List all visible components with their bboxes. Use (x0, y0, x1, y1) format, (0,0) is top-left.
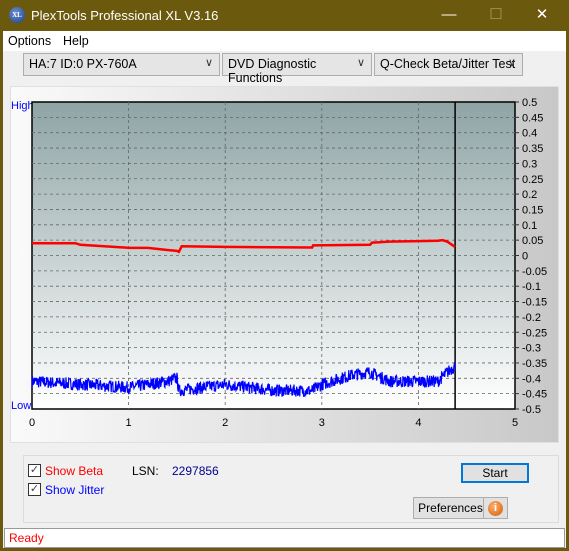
y-tick-label: 0.5 (522, 97, 537, 109)
y-tick-label: 0.2 (522, 189, 537, 201)
menu-bar: Options Help (3, 31, 566, 51)
app-logo-icon: XL (9, 7, 25, 23)
show-beta-label[interactable]: Show Beta (45, 464, 103, 478)
y-tick-label: -0.25 (522, 327, 547, 339)
y-tick-label: -0.15 (522, 297, 547, 309)
chevron-down-icon: ∨ (356, 57, 365, 69)
show-beta-checkbox[interactable]: ✓ (28, 464, 41, 477)
window-title: PlexTools Professional XL V3.16 (31, 8, 219, 23)
y-tick-label: -0.05 (522, 266, 547, 278)
lsn-value: 2297856 (172, 464, 219, 478)
y-high-label: High (11, 100, 34, 112)
y-tick-label: 0.4 (522, 128, 537, 140)
chevron-down-icon: ∨ (204, 57, 213, 69)
menu-help[interactable]: Help (63, 34, 89, 48)
preferences-button[interactable]: Preferences (413, 497, 488, 519)
app-window: XL PlexTools Professional XL V3.16 — ☐ ✕… (1, 0, 568, 550)
close-button[interactable]: ✕ (519, 4, 565, 28)
info-button[interactable]: i (483, 497, 508, 519)
y-tick-label: -0.5 (522, 404, 541, 416)
client-area: Options Help HA:7 ID:0 PX-760A ∨ DVD Diag… (3, 31, 566, 548)
title-bar: XL PlexTools Professional XL V3.16 — ☐ ✕ (1, 0, 568, 31)
y-tick-label: 0.15 (522, 204, 543, 216)
show-jitter-checkbox[interactable]: ✓ (28, 483, 41, 496)
x-tick-label: 0 (29, 417, 35, 429)
drive-select-value: HA:7 ID:0 PX-760A (29, 57, 137, 71)
minimize-button[interactable]: — (426, 4, 472, 28)
x-tick-label: 4 (415, 417, 421, 429)
beta-jitter-chart: High Low 0.50.450.40.350.30.250.20.150.1… (11, 97, 547, 429)
chevron-down-icon: ∨ (507, 57, 516, 69)
y-tick-label: 0.05 (522, 235, 543, 247)
y-tick-label: 0.1 (522, 220, 537, 232)
y-tick-label: -0.45 (522, 389, 547, 401)
y-tick-label: 0.25 (522, 174, 543, 186)
test-select[interactable]: Q-Check Beta/Jitter Test ∨ (374, 53, 523, 76)
status-text: Ready (9, 531, 44, 545)
start-button[interactable]: Start (461, 463, 529, 483)
menu-options[interactable]: Options (8, 34, 51, 48)
test-select-value: Q-Check Beta/Jitter Test (380, 57, 516, 71)
y-tick-label: -0.35 (522, 358, 547, 370)
info-icon: i (488, 501, 503, 516)
x-tick-label: 3 (319, 417, 325, 429)
show-jitter-label[interactable]: Show Jitter (45, 483, 104, 497)
x-tick-label: 1 (126, 417, 132, 429)
lsn-label: LSN: (132, 464, 159, 478)
y-low-label: Low (11, 400, 31, 412)
status-bar: Ready (4, 528, 565, 548)
x-tick-label: 5 (512, 417, 518, 429)
controls-panel: ✓ Show Beta ✓ Show Jitter LSN: 2297856 S… (23, 455, 559, 523)
y-tick-label: 0.3 (522, 158, 537, 170)
y-tick-label: -0.1 (522, 281, 541, 293)
y-tick-label: -0.4 (522, 373, 541, 385)
chart-panel: High Low 0.5 0.45 0.4 0.35 0.3 0.25 0.2 0.15 0.1… (10, 86, 559, 443)
drive-select[interactable]: HA:7 ID:0 PX-760A ∨ (23, 53, 220, 76)
y-tick-label: -0.3 (522, 343, 541, 355)
maximize-button[interactable]: ☐ (473, 4, 519, 28)
y-tick-label: 0.35 (522, 143, 543, 155)
y-tick-label: 0 (522, 251, 528, 263)
y-tick-label: -0.2 (522, 312, 541, 324)
x-tick-label: 2 (222, 417, 228, 429)
function-select-value: DVD Diagnostic Functions (228, 57, 317, 85)
y-tick-label: 0.45 (522, 112, 543, 124)
function-select[interactable]: DVD Diagnostic Functions ∨ (222, 53, 372, 85)
